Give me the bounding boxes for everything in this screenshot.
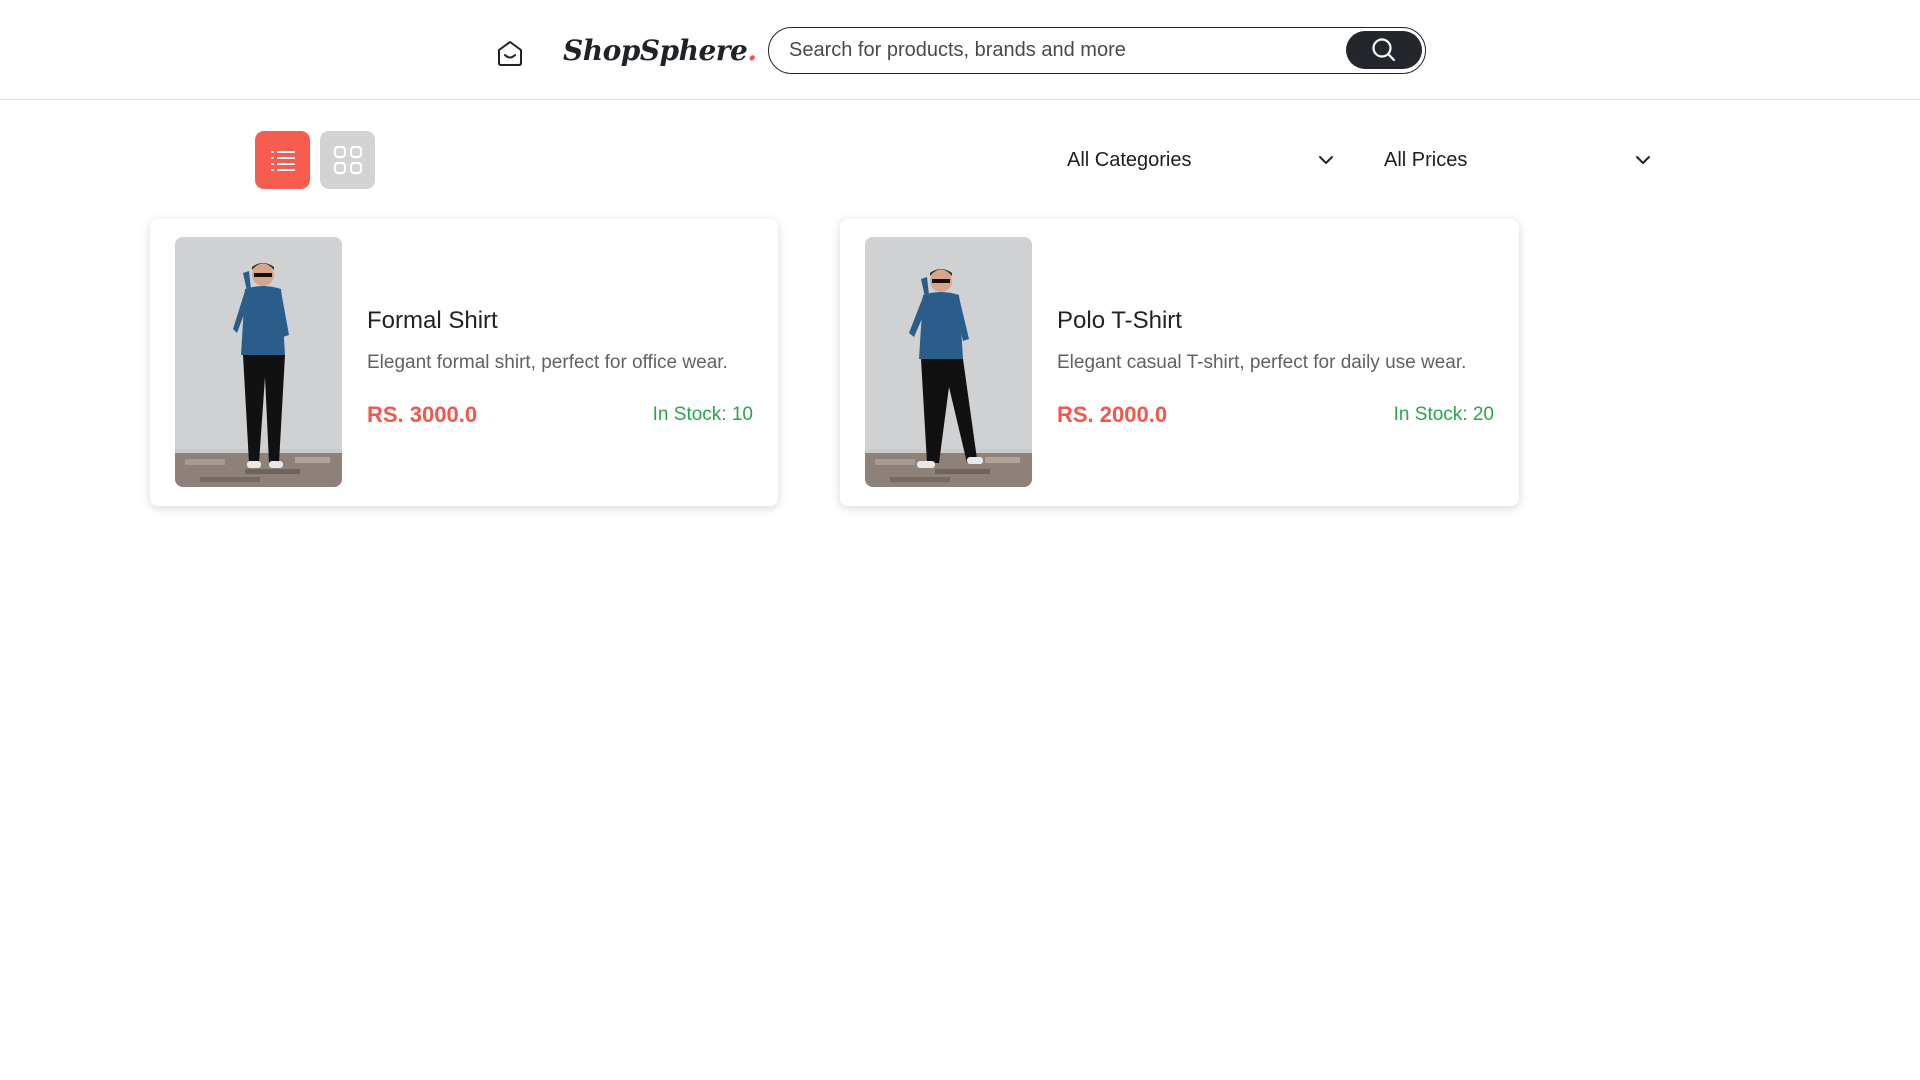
product-photo bbox=[865, 237, 1032, 487]
product-stock: In Stock: 10 bbox=[652, 404, 753, 425]
product-photo bbox=[175, 237, 342, 487]
price-select[interactable]: All Prices bbox=[1384, 140, 1652, 180]
price-select-value: All Prices bbox=[1384, 148, 1468, 171]
product-name[interactable]: Polo T-Shirt bbox=[1057, 307, 1494, 335]
grid-view-button[interactable] bbox=[320, 131, 375, 189]
home-button[interactable] bbox=[490, 36, 530, 70]
search-button[interactable] bbox=[1346, 31, 1422, 69]
search-bar bbox=[768, 27, 1426, 74]
product-meta: RS. 3000.0 In Stock: 10 bbox=[367, 402, 753, 428]
grid-icon bbox=[333, 145, 362, 175]
product-meta: RS. 2000.0 In Stock: 20 bbox=[1057, 402, 1494, 428]
product-price: RS. 3000.0 bbox=[367, 402, 478, 427]
product-info: Polo T-Shirt Elegant casual T-shirt, per… bbox=[1057, 307, 1494, 428]
list-icon bbox=[270, 151, 295, 171]
product-description: Elegant casual T-shirt, perfect for dail… bbox=[1057, 352, 1467, 373]
chevron-down-icon bbox=[1636, 156, 1650, 164]
product-image[interactable] bbox=[865, 237, 1032, 487]
top-header: ShopSphere. bbox=[0, 0, 1920, 100]
product-info: Formal Shirt Elegant formal shirt, perfe… bbox=[367, 307, 753, 428]
brand-dot: . bbox=[747, 34, 757, 67]
search-input[interactable] bbox=[789, 39, 1309, 62]
brand-logo[interactable]: ShopSphere. bbox=[563, 34, 757, 67]
chevron-down-icon bbox=[1319, 156, 1333, 164]
list-view-button[interactable] bbox=[255, 131, 310, 189]
search-icon bbox=[1372, 38, 1396, 62]
product-price: RS. 2000.0 bbox=[1057, 402, 1168, 427]
product-description: Elegant formal shirt, perfect for office… bbox=[367, 352, 728, 373]
home-icon bbox=[498, 41, 522, 66]
product-image[interactable] bbox=[175, 237, 342, 487]
product-card[interactable]: Polo T-Shirt Elegant casual T-shirt, per… bbox=[840, 219, 1519, 506]
category-select-value: All Categories bbox=[1067, 148, 1192, 171]
product-card[interactable]: Formal Shirt Elegant formal shirt, perfe… bbox=[150, 219, 778, 506]
product-name[interactable]: Formal Shirt bbox=[367, 307, 753, 335]
brand-name: ShopSphere bbox=[563, 34, 748, 67]
category-select[interactable]: All Categories bbox=[1067, 140, 1335, 180]
product-stock: In Stock: 20 bbox=[1393, 404, 1494, 425]
